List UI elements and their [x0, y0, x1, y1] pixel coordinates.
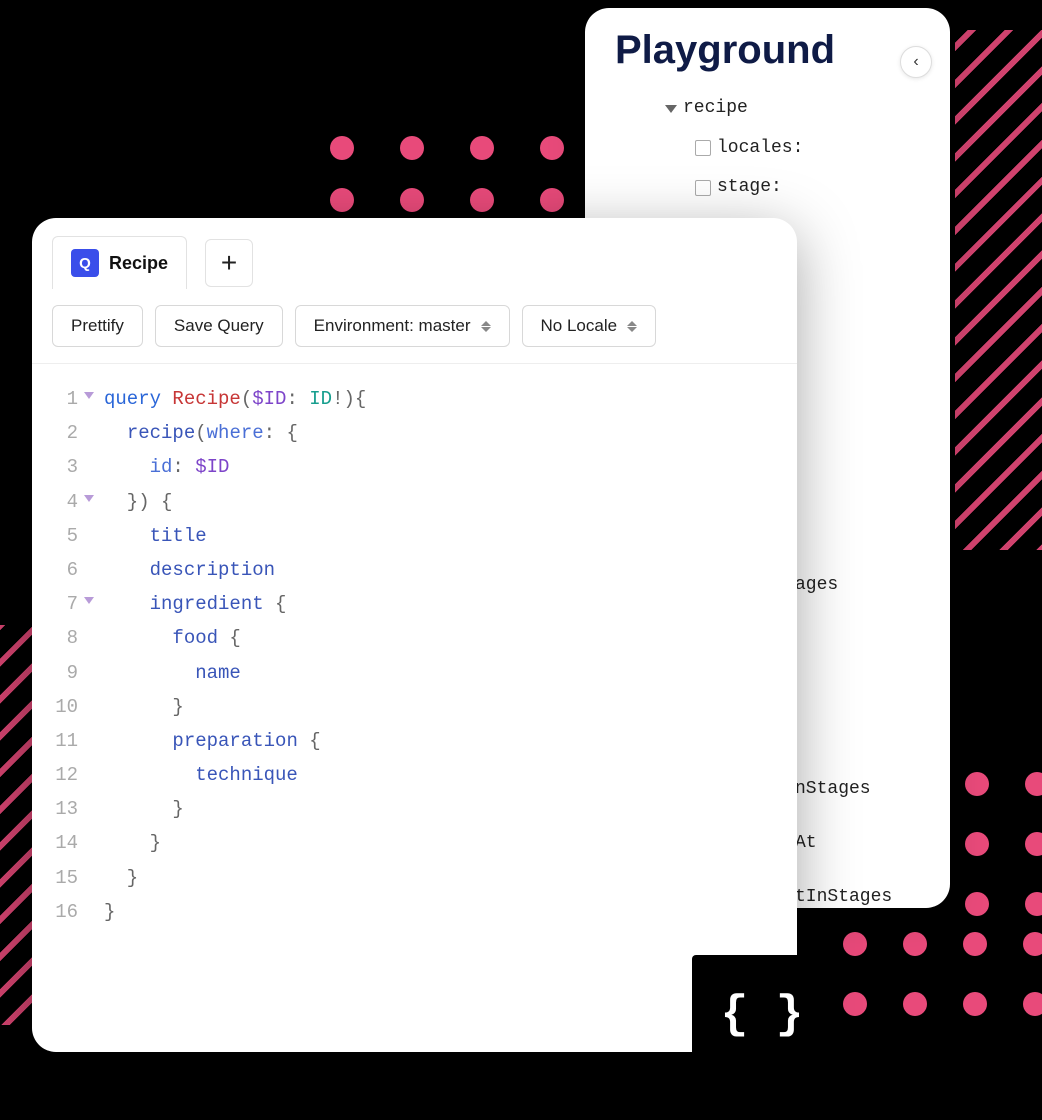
- decorative-dots-row2: [843, 992, 1042, 1016]
- collapse-button[interactable]: ‹: [900, 46, 932, 78]
- tree-root-label: recipe: [683, 89, 748, 129]
- line-number: 10: [32, 690, 88, 724]
- line-number: 16: [32, 895, 88, 929]
- tree-extra-item: ages: [795, 558, 920, 612]
- line-number: 7: [32, 587, 88, 621]
- plus-icon: +: [221, 247, 237, 279]
- tree-item-stage[interactable]: stage:: [695, 168, 920, 208]
- code-line[interactable]: 9 name: [32, 656, 797, 690]
- locale-selector[interactable]: No Locale: [522, 305, 657, 347]
- tree-extra-item: nStages: [795, 762, 920, 816]
- braces-box: { }: [692, 955, 832, 1075]
- code-content: id: $ID: [88, 450, 229, 484]
- code-content: }: [88, 826, 161, 860]
- line-number: 12: [32, 758, 88, 792]
- add-tab-button[interactable]: +: [205, 239, 253, 287]
- line-number: 9: [32, 656, 88, 690]
- fold-caret-icon[interactable]: [84, 392, 94, 399]
- code-content: food {: [88, 621, 241, 655]
- code-line[interactable]: 4 }) {: [32, 485, 797, 519]
- sort-icon: [481, 321, 491, 332]
- code-line[interactable]: 2 recipe(where: {: [32, 416, 797, 450]
- code-content: technique: [88, 758, 298, 792]
- code-content: recipe(where: {: [88, 416, 298, 450]
- button-label: Prettify: [71, 316, 124, 336]
- tree-item-label: locales:: [717, 129, 803, 169]
- code-content: query Recipe($ID: ID!){: [88, 382, 366, 416]
- code-line[interactable]: 12 technique: [32, 758, 797, 792]
- tab-label: Recipe: [109, 253, 168, 274]
- braces-icon: { }: [721, 989, 804, 1041]
- code-line[interactable]: 5 title: [32, 519, 797, 553]
- editor-panel: Q Recipe + Prettify Save Query Environme…: [32, 218, 797, 1052]
- tab-recipe[interactable]: Q Recipe: [52, 236, 187, 289]
- tree-item-locales[interactable]: locales:: [695, 129, 920, 169]
- playground-title: Playground: [615, 28, 920, 73]
- schema-tree[interactable]: recipe locales: stage:: [665, 89, 920, 208]
- decorative-stripes-top: [955, 30, 1042, 550]
- decorative-dots-right: [965, 772, 1042, 916]
- line-number: 2: [32, 416, 88, 450]
- tree-extras: ages nStages At tInStages: [795, 558, 920, 924]
- tabs-bar: Q Recipe +: [32, 218, 797, 289]
- decorative-dots-top: [330, 136, 564, 212]
- code-line[interactable]: 3 id: $ID: [32, 450, 797, 484]
- code-content: title: [88, 519, 207, 553]
- code-editor[interactable]: 1query Recipe($ID: ID!){2 recipe(where: …: [32, 364, 797, 947]
- query-badge: Q: [71, 249, 99, 277]
- line-number: 14: [32, 826, 88, 860]
- decorative-dots-row1: [843, 932, 1042, 956]
- code-line[interactable]: 1query Recipe($ID: ID!){: [32, 382, 797, 416]
- chevron-left-icon: ‹: [913, 53, 918, 71]
- checkbox-icon[interactable]: [695, 140, 711, 156]
- code-line[interactable]: 15 }: [32, 861, 797, 895]
- line-number: 3: [32, 450, 88, 484]
- button-label: Environment: master: [314, 316, 471, 336]
- code-content: description: [88, 553, 275, 587]
- code-content: preparation {: [88, 724, 321, 758]
- line-number: 15: [32, 861, 88, 895]
- prettify-button[interactable]: Prettify: [52, 305, 143, 347]
- code-content: name: [88, 656, 241, 690]
- button-label: No Locale: [541, 316, 618, 336]
- line-number: 8: [32, 621, 88, 655]
- line-number: 11: [32, 724, 88, 758]
- code-line[interactable]: 7 ingredient {: [32, 587, 797, 621]
- line-number: 13: [32, 792, 88, 826]
- fold-caret-icon[interactable]: [84, 495, 94, 502]
- line-number: 6: [32, 553, 88, 587]
- code-content: }: [88, 690, 184, 724]
- code-line[interactable]: 14 }: [32, 826, 797, 860]
- code-line[interactable]: 6 description: [32, 553, 797, 587]
- caret-down-icon: [665, 105, 677, 113]
- tree-extra-item: At: [795, 816, 920, 870]
- code-line[interactable]: 8 food {: [32, 621, 797, 655]
- code-line[interactable]: 13 }: [32, 792, 797, 826]
- code-line[interactable]: 10 }: [32, 690, 797, 724]
- code-content: }: [88, 861, 138, 895]
- button-label: Save Query: [174, 316, 264, 336]
- tree-extra-item: tInStages: [795, 870, 920, 924]
- code-line[interactable]: 11 preparation {: [32, 724, 797, 758]
- code-line[interactable]: 16}: [32, 895, 797, 929]
- checkbox-icon[interactable]: [695, 180, 711, 196]
- editor-toolbar: Prettify Save Query Environment: master …: [32, 289, 797, 364]
- code-content: }: [88, 792, 184, 826]
- tree-item-label: stage:: [717, 168, 782, 208]
- save-query-button[interactable]: Save Query: [155, 305, 283, 347]
- line-number: 1: [32, 382, 88, 416]
- tree-root-item[interactable]: recipe: [665, 89, 920, 129]
- line-number: 4: [32, 485, 88, 519]
- code-content: }: [88, 895, 115, 929]
- code-content: ingredient {: [88, 587, 286, 621]
- fold-caret-icon[interactable]: [84, 597, 94, 604]
- sort-icon: [627, 321, 637, 332]
- code-content: }) {: [88, 485, 172, 519]
- line-number: 5: [32, 519, 88, 553]
- environment-selector[interactable]: Environment: master: [295, 305, 510, 347]
